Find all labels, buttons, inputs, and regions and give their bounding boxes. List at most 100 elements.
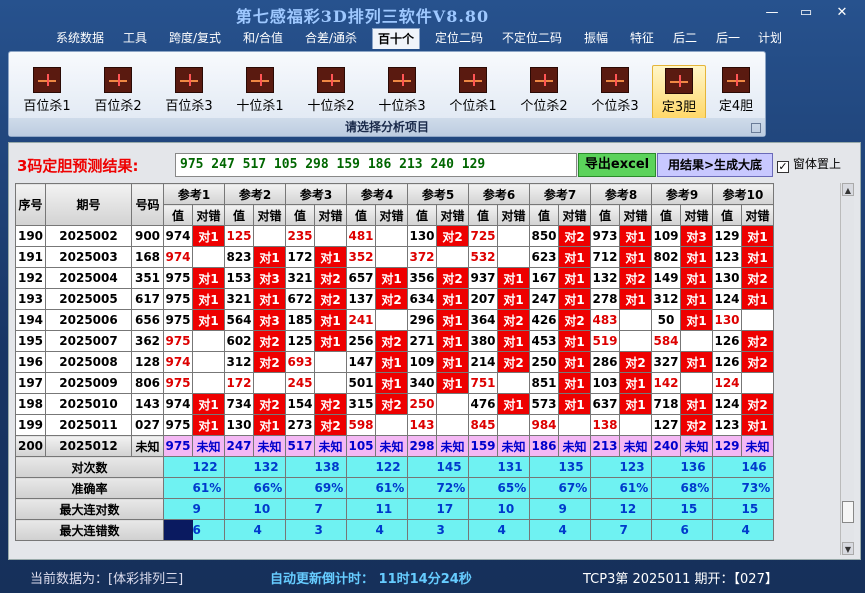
ref-value: 984 (529, 414, 559, 436)
ribbon-button-11[interactable]: 定4胆 (708, 65, 764, 119)
table-row[interactable]: 190 2025002 900 974 对1 125 235 481 130 对2 725 850 对2… (15, 225, 774, 247)
ref-hit: 对1 (497, 288, 530, 310)
always-on-top-checkbox[interactable]: ✓ 窗体置上 (777, 155, 841, 173)
menu-item-10[interactable]: 特征 (620, 28, 664, 49)
menu-item-4[interactable]: 和/合值 (236, 28, 290, 49)
stats-value: 122 (192, 456, 225, 478)
ref-hit: 对2 (558, 309, 591, 331)
table-row[interactable]: 196 2025008 128 974 312 对2 693 147 对1 109 对1 214 对2 2… (15, 351, 774, 373)
ribbon-button-1[interactable]: 百位杀1 (13, 65, 81, 119)
ribbon-button-2[interactable]: 百位杀2 (84, 65, 152, 119)
chart-icon (175, 67, 203, 93)
ribbon-launcher-icon[interactable] (751, 123, 761, 133)
predicted-value: 975 (163, 435, 193, 457)
ref-hit: 对2 (741, 393, 774, 415)
ref-hit: 对1 (741, 225, 774, 247)
ref-hit: 对2 (680, 414, 713, 436)
ref-hit (375, 246, 408, 268)
status-bar: 当前数据为：[体彩排列三] 自动更新倒计时： 11时14分24秒 TCP3第 2… (0, 562, 865, 593)
predicted-value: 159 (468, 435, 498, 457)
chart-icon (459, 67, 487, 93)
table-row[interactable]: 193 2025005 617 975 对1 321 对1 672 对2 137 对2 634 对1 20… (15, 288, 774, 310)
ref-hit: 对2 (375, 288, 408, 310)
menu-item-2[interactable]: 工具 (118, 28, 152, 49)
table-row[interactable]: 195 2025007 362 975 602 对2 125 对1 256 对2 271 对1 380 对… (15, 330, 774, 352)
ref-value: 372 (407, 246, 437, 268)
stats-spacer (285, 456, 315, 478)
ribbon-button-3[interactable]: 百位杀3 (155, 65, 223, 119)
ref-hit (192, 351, 225, 373)
table-row[interactable]: 192 2025004 351 975 对1 153 对3 321 对2 657 对1 356 对2 93… (15, 267, 774, 289)
table-row[interactable]: 191 2025003 168 974 823 对1 172 对1 352 372 532 623 对1… (15, 246, 774, 268)
scroll-up-icon[interactable]: ▲ (842, 183, 854, 196)
stats-spacer (224, 477, 254, 499)
ref-value: 245 (285, 372, 315, 394)
stats-value: 4 (558, 519, 591, 541)
ref-hit: 对1 (314, 330, 347, 352)
ref-hit: 对2 (375, 393, 408, 415)
prediction-result-field[interactable]: 975 247 517 105 298 159 186 213 240 129 (175, 153, 577, 177)
ref-hit: 对1 (619, 225, 652, 247)
menu-item-7[interactable]: 定位二码 (428, 28, 490, 49)
table-row[interactable]: 194 2025006 656 975 对1 564 对3 185 对1 241 296 对1 364 对… (15, 309, 774, 331)
ribbon-button-9[interactable]: 个位杀3 (581, 65, 649, 119)
ref-value: 130 (407, 225, 437, 247)
window-title: 第七感福彩3D排列三软件V8.80 (235, 7, 490, 26)
ref-hit: 对1 (497, 393, 530, 415)
ref-hit (497, 414, 530, 436)
export-excel-button[interactable]: 导出excel (578, 153, 656, 177)
maximize-button[interactable]: ▭ (794, 4, 818, 22)
stats-spacer (346, 519, 376, 541)
table-row[interactable]: 198 2025010 143 974 对1 734 对2 154 对2 315 对2 250 476 对… (15, 393, 774, 415)
ref-value: 364 (468, 309, 498, 331)
hit-subheader: 对错 (436, 204, 469, 226)
menu-item-1[interactable]: 系统数据 (52, 28, 108, 49)
close-button[interactable]: ✕ (830, 4, 854, 22)
prediction-row[interactable]: 200 2025012 未知 975 未知 247 未知 517 未知 105 未知 298 未知 159… (15, 435, 774, 457)
ref-hit: 对1 (253, 414, 286, 436)
menu-item-12[interactable]: 后一 (708, 28, 748, 49)
stats-value: 15 (741, 498, 774, 520)
minimize-button[interactable]: — (760, 4, 784, 22)
stats-spacer (712, 456, 742, 478)
ref-value: 725 (468, 225, 498, 247)
table-row[interactable]: 199 2025011 027 975 对1 130 对1 273 对2 598 143 845 984… (15, 414, 774, 436)
row-period: 2025009 (45, 372, 132, 394)
stats-value: 122 (375, 456, 408, 478)
scroll-thumb[interactable] (842, 501, 854, 523)
generate-base-button[interactable]: 用结果>生成大底 (657, 153, 773, 177)
stats-value: 3 (436, 519, 469, 541)
menu-item-11[interactable]: 后二 (666, 28, 704, 49)
menu-item-6[interactable]: 百十个 (372, 28, 420, 49)
row-seq: 198 (15, 393, 46, 415)
ribbon-button-4[interactable]: 十位杀1 (226, 65, 294, 119)
stats-value: 4 (497, 519, 530, 541)
ref-value: 172 (285, 246, 315, 268)
ref-hit: 对3 (680, 225, 713, 247)
row-number: 656 (131, 309, 164, 331)
ref-value: 214 (468, 351, 498, 373)
menu-item-8[interactable]: 不定位二码 (496, 28, 568, 49)
menu-item-5[interactable]: 合差/通杀 (296, 28, 366, 49)
menu-item-9[interactable]: 振幅 (576, 28, 616, 49)
ribbon-button-5[interactable]: 十位杀2 (297, 65, 365, 119)
ribbon-button-6[interactable]: 十位杀3 (368, 65, 436, 119)
menu-item-3[interactable]: 跨度/复式 (162, 28, 228, 49)
ref-value: 132 (590, 267, 620, 289)
ribbon-button-7[interactable]: 个位杀1 (439, 65, 507, 119)
ref-value: 130 (224, 414, 254, 436)
table-row[interactable]: 197 2025009 806 975 172 245 501 对1 340 对1 751 851 对1… (15, 372, 774, 394)
prediction-label: 3码定胆预测结果: (17, 157, 139, 175)
ref-hit: 对1 (375, 267, 408, 289)
menu-item-13[interactable]: 计划 (752, 28, 788, 49)
stats-value: 65% (497, 477, 530, 499)
ribbon-button-8[interactable]: 个位杀2 (510, 65, 578, 119)
predicted-value: 213 (590, 435, 620, 457)
ref-value: 127 (651, 414, 681, 436)
ref-value: 207 (468, 288, 498, 310)
ribbon-button-10[interactable]: 定3胆 (652, 65, 706, 119)
ref-hit (558, 414, 591, 436)
scroll-down-icon[interactable]: ▼ (842, 542, 854, 555)
vertical-scrollbar[interactable]: ▲ ▼ (840, 183, 854, 555)
ref-hit (192, 246, 225, 268)
